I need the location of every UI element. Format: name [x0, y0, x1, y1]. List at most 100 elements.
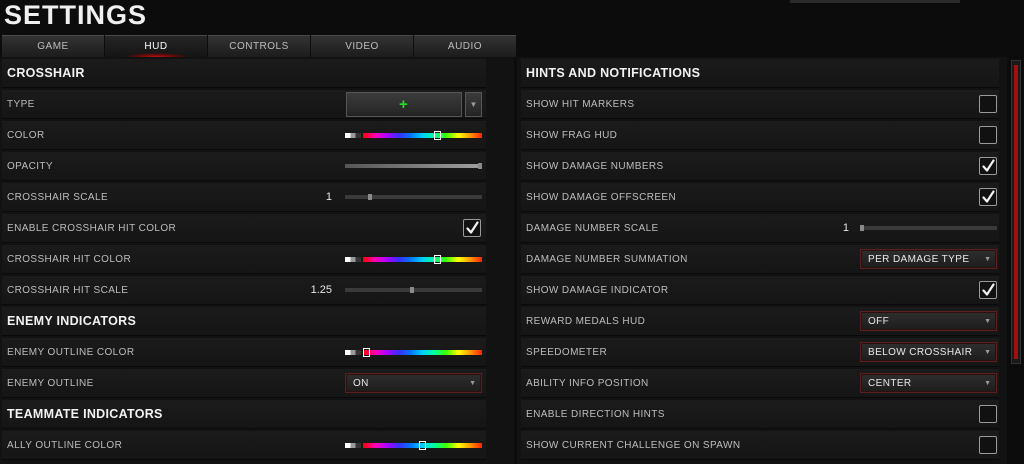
crosshair-scale-value: 1: [325, 191, 332, 203]
crosshair-icon: +: [399, 96, 408, 113]
opacity-slider[interactable]: [345, 163, 482, 169]
scrollbar-thumb[interactable]: [1014, 65, 1018, 359]
setting-label: ENABLE CROSSHAIR HIT COLOR: [7, 223, 177, 234]
setting-label: SPEEDOMETER: [526, 347, 608, 358]
setting-label: ENABLE DIRECTION HINTS: [526, 409, 665, 420]
setting-label: SHOW FRAG HUD: [526, 130, 618, 141]
slider-knob[interactable]: [363, 348, 370, 357]
slider-knob[interactable]: [419, 441, 426, 450]
show-frag-hud-checkbox[interactable]: [979, 126, 997, 144]
tab-audio[interactable]: AUDIO: [414, 35, 516, 57]
setting-label: ABILITY INFO POSITION: [526, 378, 649, 389]
section-hints-notifications: HINTS AND NOTIFICATIONS: [521, 59, 999, 88]
top-bar: [790, 0, 960, 3]
setting-label: SHOW CURRENT CHALLENGE ON SPAWN: [526, 440, 741, 451]
grayscale-swatch[interactable]: [345, 133, 361, 138]
setting-row-opacity: OPACITY: [2, 152, 486, 181]
slider-thumb[interactable]: [478, 163, 482, 169]
enable-direction-hints-checkbox[interactable]: [979, 405, 997, 423]
setting-label: DAMAGE NUMBER SCALE: [526, 223, 659, 234]
setting-row-crosshair-scale: CROSSHAIR SCALE 1: [2, 183, 486, 212]
setting-row-crosshair-color: COLOR: [2, 121, 486, 150]
section-crosshair: CROSSHAIR: [2, 59, 486, 88]
setting-label: TYPE: [7, 99, 35, 110]
damage-number-scale-slider[interactable]: [860, 225, 997, 231]
ally-outline-color-slider[interactable]: [345, 441, 482, 450]
reward-medals-hud-dropdown[interactable]: OFF ▼: [860, 311, 997, 331]
setting-label: ALLY OUTLINE COLOR: [7, 440, 123, 451]
color-spectrum[interactable]: [363, 350, 482, 355]
chevron-down-icon[interactable]: ▼: [465, 92, 482, 117]
section-title: ENEMY INDICATORS: [7, 314, 137, 328]
setting-label: ENEMY OUTLINE COLOR: [7, 347, 135, 358]
grayscale-swatch[interactable]: [345, 350, 361, 355]
show-hit-markers-checkbox[interactable]: [979, 95, 997, 113]
enemy-outline-dropdown[interactable]: ON ▼: [345, 373, 482, 393]
grayscale-swatch[interactable]: [345, 257, 361, 262]
setting-label: SHOW HIT MARKERS: [526, 99, 635, 110]
grayscale-swatch[interactable]: [345, 443, 361, 448]
color-spectrum[interactable]: [363, 133, 482, 138]
tab-video[interactable]: VIDEO: [311, 35, 413, 57]
show-damage-numbers-checkbox[interactable]: [979, 157, 997, 175]
tab-game[interactable]: GAME: [2, 35, 104, 57]
setting-label: ENEMY OUTLINE: [7, 378, 94, 389]
setting-label: REWARD MEDALS HUD: [526, 316, 646, 327]
show-damage-offscreen-checkbox[interactable]: [979, 188, 997, 206]
setting-row-enemy-outline: ENEMY OUTLINE ON ▼: [2, 369, 486, 398]
setting-row-damage-number-scale: DAMAGE NUMBER SCALE 1: [521, 214, 999, 243]
speedometer-dropdown[interactable]: BELOW CROSSHAIR ▼: [860, 342, 997, 362]
tab-bar: GAME HUD CONTROLS VIDEO AUDIO: [2, 35, 517, 61]
setting-row-show-hit-markers: SHOW HIT MARKERS: [521, 90, 999, 119]
dropdown-value: BELOW CROSSHAIR: [868, 347, 973, 358]
show-damage-indicator-checkbox[interactable]: [979, 281, 997, 299]
slider-thumb[interactable]: [368, 194, 373, 200]
damage-number-scale-value: 1: [842, 222, 849, 234]
setting-row-hit-scale: CROSSHAIR HIT SCALE 1.25: [2, 276, 486, 305]
crosshair-scale-slider[interactable]: [345, 194, 482, 200]
setting-label: SHOW DAMAGE INDICATOR: [526, 285, 669, 296]
right-panel: HINTS AND NOTIFICATIONS SHOW HIT MARKERS…: [517, 57, 1007, 464]
setting-row-hit-color: CROSSHAIR HIT COLOR: [2, 245, 486, 274]
crosshair-hit-color-slider[interactable]: [345, 255, 482, 264]
setting-row-enable-hit-color: ENABLE CROSSHAIR HIT COLOR: [2, 214, 486, 243]
crosshair-type-picker[interactable]: +: [346, 92, 462, 117]
ability-info-position-dropdown[interactable]: CENTER ▼: [860, 373, 997, 393]
dropdown-value: PER DAMAGE TYPE: [868, 254, 970, 265]
slider-knob[interactable]: [433, 255, 441, 264]
section-title: CROSSHAIR: [7, 66, 85, 80]
section-title: HINTS AND NOTIFICATIONS: [526, 66, 701, 80]
chevron-down-icon: ▼: [984, 318, 991, 325]
damage-number-summation-dropdown[interactable]: PER DAMAGE TYPE ▼: [860, 249, 997, 269]
page-title: SETTINGS: [4, 0, 148, 30]
setting-label: CROSSHAIR SCALE: [7, 192, 109, 203]
tab-controls[interactable]: CONTROLS: [208, 35, 310, 57]
chevron-down-icon: ▼: [984, 349, 991, 356]
section-title: TEAMMATE INDICATORS: [7, 407, 163, 421]
setting-row-enemy-outline-color: ENEMY OUTLINE COLOR: [2, 338, 486, 367]
dropdown-value: ON: [353, 378, 369, 389]
section-teammate-indicators: TEAMMATE INDICATORS: [2, 400, 486, 429]
crosshair-hit-scale-slider[interactable]: [345, 287, 482, 293]
setting-label: SHOW DAMAGE NUMBERS: [526, 161, 664, 172]
show-current-challenge-checkbox[interactable]: [979, 436, 997, 454]
setting-row-enable-direction-hints: ENABLE DIRECTION HINTS: [521, 400, 999, 429]
setting-row-show-damage-numbers: SHOW DAMAGE NUMBERS: [521, 152, 999, 181]
slider-thumb[interactable]: [860, 225, 864, 231]
slider-knob[interactable]: [433, 131, 441, 140]
color-spectrum[interactable]: [363, 257, 482, 262]
scrollbar[interactable]: [1011, 60, 1021, 364]
slider-thumb[interactable]: [409, 287, 414, 293]
enemy-outline-color-slider[interactable]: [345, 348, 482, 357]
dropdown-value: OFF: [868, 316, 890, 327]
setting-row-show-frag-hud: SHOW FRAG HUD: [521, 121, 999, 150]
enable-crosshair-hit-color-checkbox[interactable]: [463, 219, 481, 237]
setting-row-speedometer: SPEEDOMETER BELOW CROSSHAIR ▼: [521, 338, 999, 367]
slider-fill: [345, 164, 482, 168]
crosshair-hit-scale-value: 1.25: [310, 284, 332, 296]
chevron-down-icon: ▼: [469, 380, 476, 387]
crosshair-color-slider[interactable]: [345, 131, 482, 140]
setting-row-ally-outline-color: ALLY OUTLINE COLOR: [2, 431, 486, 460]
tab-hud[interactable]: HUD: [105, 35, 207, 61]
setting-row-show-damage-indicator: SHOW DAMAGE INDICATOR: [521, 276, 999, 305]
